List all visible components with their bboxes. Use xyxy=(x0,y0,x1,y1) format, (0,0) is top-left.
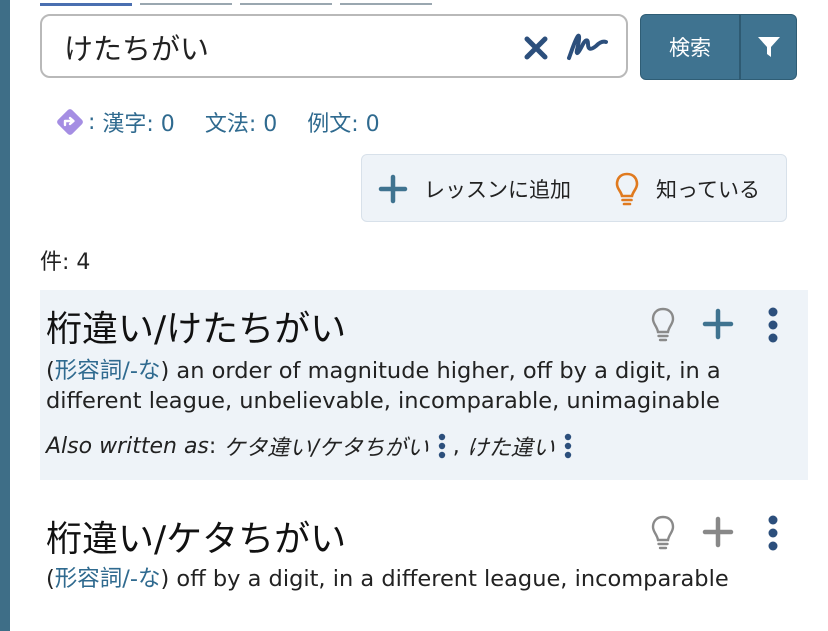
top-tab-3[interactable] xyxy=(240,0,332,5)
part-of-speech-link[interactable]: 形容詞/-な xyxy=(55,358,161,384)
lightbulb-icon xyxy=(615,172,639,206)
more-options-icon[interactable] xyxy=(766,514,780,552)
variant-link[interactable]: けた違い xyxy=(467,430,555,462)
result-item[interactable]: 桁違い/けたちがい (形容詞/-な) an order of magnitude… xyxy=(40,290,808,480)
left-rail xyxy=(0,0,10,631)
more-options-icon[interactable] xyxy=(766,306,780,344)
add-icon[interactable] xyxy=(702,516,734,548)
result-title: 桁違い/ケタちがい xyxy=(46,519,347,560)
stats-colon: : xyxy=(88,109,103,135)
result-title: 桁違い/けたちがい xyxy=(46,309,347,350)
search-button[interactable]: 検索 xyxy=(640,14,740,80)
search-input[interactable] xyxy=(64,26,504,68)
direction-icon xyxy=(57,109,83,135)
filter-button[interactable] xyxy=(739,14,797,80)
plus-icon xyxy=(378,174,408,204)
search-box xyxy=(40,14,628,78)
add-to-lesson-button[interactable]: レッスンに追加 xyxy=(378,169,571,209)
handwriting-icon[interactable] xyxy=(566,30,608,64)
result-item[interactable]: 桁違い/ケタちがい (形容詞/-な) off by a digit, in a … xyxy=(40,496,808,606)
known-label: 知っている xyxy=(656,178,760,202)
variant-separator: , xyxy=(452,433,467,459)
lightbulb-icon[interactable] xyxy=(650,306,676,344)
variant-link[interactable]: ケタ違い/ケタちがい xyxy=(223,430,428,462)
filter-icon xyxy=(757,37,780,57)
add-icon[interactable] xyxy=(702,308,734,340)
definition: (形容詞/-な) an order of magnitude higher, o… xyxy=(46,358,721,414)
top-tab-2[interactable] xyxy=(140,0,232,5)
add-to-lesson-label: レッスンに追加 xyxy=(424,178,571,202)
more-options-icon[interactable] xyxy=(563,433,573,459)
lightbulb-icon[interactable] xyxy=(650,514,676,552)
also-written-as: Also written as: ケタ違い/ケタちがい , けた違い xyxy=(46,430,579,462)
also-label: Also written as xyxy=(46,433,209,459)
stat-examples[interactable]: 例文: 0 xyxy=(307,106,379,138)
result-count: 件: 4 xyxy=(40,250,91,275)
stat-grammar[interactable]: 文法: 0 xyxy=(205,106,277,138)
also-colon: : xyxy=(208,433,224,459)
known-button[interactable]: 知っている xyxy=(614,169,760,209)
top-tab-1[interactable] xyxy=(40,0,132,6)
part-of-speech-link[interactable]: 形容詞/-な xyxy=(55,566,161,592)
stat-kanji[interactable]: 漢字: 0 xyxy=(102,106,174,138)
stats-row: : 漢字: 0 文法: 0 例文: 0 xyxy=(54,104,410,140)
definition: (形容詞/-な) off by a digit, in a different … xyxy=(46,566,729,592)
top-tab-4[interactable] xyxy=(340,0,432,5)
action-box: レッスンに追加 知っている xyxy=(361,154,787,222)
clear-icon[interactable] xyxy=(523,35,549,61)
top-tab-bar xyxy=(40,0,440,6)
definition-text: off by a digit, in a different league, i… xyxy=(176,566,729,592)
more-options-icon[interactable] xyxy=(437,433,447,459)
